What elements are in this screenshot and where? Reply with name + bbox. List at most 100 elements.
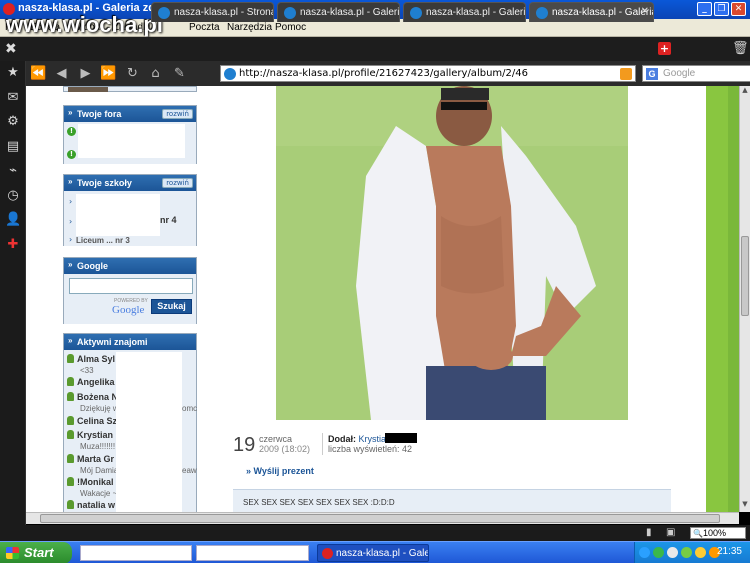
zoom-value: 100% xyxy=(703,528,727,538)
scroll-down-icon[interactable]: ▼ xyxy=(740,500,750,510)
google-search-button[interactable]: Szukaj xyxy=(151,299,192,314)
tray-icon[interactable] xyxy=(681,547,692,558)
friend-item[interactable]: Celina Sz xyxy=(67,416,117,426)
rewind-icon[interactable]: ⏪ xyxy=(30,65,47,82)
friend-status: Dziękuję w xyxy=(80,404,119,413)
view-icon[interactable]: ▣ xyxy=(666,527,675,538)
favicon-icon xyxy=(158,7,170,19)
home-icon[interactable]: ⌂ xyxy=(147,65,164,82)
cut-text: eaw xyxy=(182,466,197,475)
chat-icon[interactable]: ▤ xyxy=(5,139,21,155)
tab-2[interactable]: nasza-klasa.pl - Galeria ... xyxy=(277,2,400,22)
magnifier-icon: 🔍 xyxy=(693,529,703,538)
hscroll-thumb[interactable] xyxy=(40,514,720,523)
forums-header: » Twoje fora rozwiń xyxy=(64,106,196,122)
school-link[interactable]: Liceum ... nr 3 xyxy=(76,236,130,245)
feed-icon[interactable]: ⌁ xyxy=(5,163,21,179)
added-by: Dodał: Krystian xyxy=(328,434,392,444)
arrow-icon: » xyxy=(68,177,73,186)
rss-icon[interactable] xyxy=(620,68,632,80)
address-field[interactable]: http://nasza-klasa.pl/profile/21627423/g… xyxy=(220,65,636,82)
person-icon xyxy=(67,354,74,363)
site-icon xyxy=(224,68,236,80)
friend-item[interactable]: !Monikal xyxy=(67,477,114,487)
start-button[interactable]: Start xyxy=(0,542,72,563)
status-bar: ▮ ▣ 🔍 100% xyxy=(0,525,750,541)
photo-month: czerwca xyxy=(259,434,293,444)
menu-item-poczta[interactable]: Poczta xyxy=(189,22,220,33)
friend-status: Mój Damia xyxy=(80,466,119,475)
menu-item-narzedzia[interactable]: Narzędzia xyxy=(227,22,272,33)
history-clock-icon[interactable]: ◷ xyxy=(5,188,21,204)
tab-label: nasza-klasa.pl - Galeria ... xyxy=(552,7,654,18)
comment-box: SEX SEX SEX SEX SEX SEX SEX :D:D:D xyxy=(233,489,671,512)
friend-item[interactable]: Marta Gr xyxy=(67,454,114,464)
back-icon[interactable]: ◀ xyxy=(53,65,70,82)
tab-3[interactable]: nasza-klasa.pl - Galeria ... xyxy=(403,2,526,22)
fast-forward-icon[interactable]: ⏩ xyxy=(100,65,117,82)
forward-icon[interactable]: ▶ xyxy=(77,65,94,82)
close-tab-icon[interactable]: ✕ xyxy=(641,6,649,17)
page-content: » Twoje fora rozwiń ! ! » Twoje szkoły r… xyxy=(26,86,739,512)
send-gift-link[interactable]: » Wyślij prezent xyxy=(246,466,314,476)
add-panel-icon[interactable]: ✚ xyxy=(5,237,21,253)
tray-icon[interactable] xyxy=(639,547,650,558)
trash-icon[interactable]: 🗑 xyxy=(732,41,749,56)
panel-toggle-icon[interactable]: ▮ xyxy=(646,527,652,538)
expand-schools-button[interactable]: rozwiń xyxy=(162,178,193,188)
redacted-task[interactable] xyxy=(80,545,192,561)
menu-item-pomoc[interactable]: Pomoc xyxy=(275,22,306,33)
gallery-photo[interactable] xyxy=(276,86,628,420)
friend-item[interactable]: Angelika xyxy=(67,377,115,387)
search-input[interactable]: G Google ▼ xyxy=(642,65,750,82)
gear-icon[interactable]: ⚙ xyxy=(5,114,21,130)
redacted-task[interactable] xyxy=(196,545,309,561)
photo-image xyxy=(276,86,628,420)
zoom-select[interactable]: 🔍 100% xyxy=(690,527,746,539)
vertical-scrollbar[interactable]: ▲ ▼ xyxy=(739,86,750,512)
arrow-icon: » xyxy=(68,336,73,345)
google-title: Google xyxy=(77,261,108,271)
friend-item[interactable]: Bożena N xyxy=(67,392,118,402)
redacted-area xyxy=(78,124,185,158)
person-icon xyxy=(67,454,74,463)
bookmarks-star-icon[interactable]: ★ xyxy=(5,65,21,81)
wrench-icon[interactable]: ✖ xyxy=(5,41,21,57)
mail-icon[interactable]: ✉ xyxy=(5,90,21,106)
photo-time: 2009 (18:02) xyxy=(259,444,311,454)
maximize-button[interactable]: ❐ xyxy=(714,2,729,16)
schools-title: Twoje szkoły xyxy=(77,178,132,188)
person-icon xyxy=(67,416,74,425)
tab-bar xyxy=(0,37,750,61)
active-friends-box: » Aktywni znajomi Alma Syl <33 Angelika … xyxy=(63,333,197,512)
reload-icon[interactable]: ↻ xyxy=(124,65,141,82)
google-logo: Google xyxy=(112,304,145,316)
scroll-up-icon[interactable]: ▲ xyxy=(740,86,750,96)
tray-icon[interactable] xyxy=(653,547,664,558)
tab-1[interactable]: nasza-klasa.pl - Strona ... xyxy=(151,2,274,22)
tray-icon[interactable] xyxy=(667,547,678,558)
tab-4-active[interactable]: nasza-klasa.pl - Galeria ... ✕ xyxy=(529,2,654,22)
taskbar: Start nasza-klasa.pl - Galer... 21:35 xyxy=(0,541,750,563)
tray-icon[interactable] xyxy=(695,547,706,558)
opera-icon xyxy=(322,548,333,559)
forum-icon: ! xyxy=(67,127,76,136)
view-count: liczba wyświetleń: 42 xyxy=(328,444,413,454)
contacts-icon[interactable]: 👤 xyxy=(5,212,21,228)
horizontal-scrollbar[interactable] xyxy=(26,512,739,524)
friend-item[interactable]: Alma Syl xyxy=(67,354,115,364)
friend-item[interactable]: natalia w xyxy=(67,500,115,510)
favicon-icon xyxy=(284,7,296,19)
minimize-button[interactable]: _ xyxy=(697,2,712,16)
expand-forums-button[interactable]: rozwiń xyxy=(162,109,193,119)
google-search-input[interactable] xyxy=(69,278,193,294)
taskbar-opera-window[interactable]: nasza-klasa.pl - Galer... xyxy=(317,544,429,562)
start-label: Start xyxy=(24,545,54,560)
school-link[interactable]: nr 4 xyxy=(160,215,177,225)
scroll-thumb[interactable] xyxy=(741,236,749,316)
close-button[interactable]: ✕ xyxy=(731,2,746,16)
friend-item[interactable]: Krystian xyxy=(67,430,113,440)
new-tab-icon[interactable]: + xyxy=(658,42,671,55)
profile-box-partial xyxy=(63,86,197,92)
edit-icon[interactable]: ✎ xyxy=(171,65,188,82)
